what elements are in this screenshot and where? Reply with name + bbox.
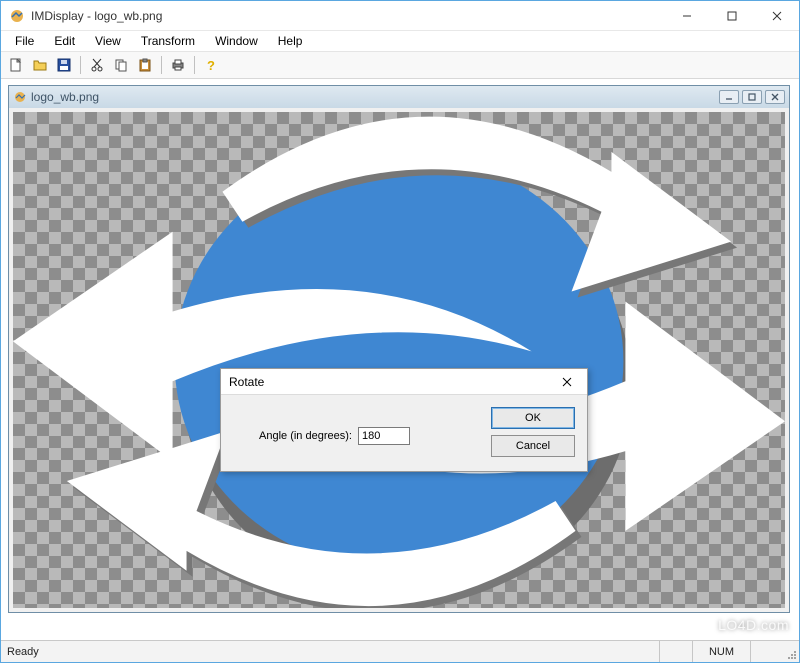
document-icon xyxy=(13,90,27,104)
print-icon[interactable] xyxy=(167,54,189,76)
maximize-button[interactable] xyxy=(709,1,754,30)
angle-input[interactable] xyxy=(358,427,410,445)
toolbar: ? xyxy=(1,51,799,79)
toolbar-separator xyxy=(161,56,162,74)
image-canvas[interactable] xyxy=(13,112,785,608)
new-file-icon[interactable] xyxy=(5,54,27,76)
resize-grip[interactable] xyxy=(783,641,799,662)
menu-view[interactable]: View xyxy=(85,32,131,50)
menubar: File Edit View Transform Window Help xyxy=(1,31,799,51)
displayed-image xyxy=(13,112,785,608)
menu-file[interactable]: File xyxy=(5,32,44,50)
dialog-body: Angle (in degrees): OK Cancel xyxy=(221,395,587,471)
status-pane-empty2 xyxy=(750,641,783,662)
paste-icon[interactable] xyxy=(134,54,156,76)
child-window-title: logo_wb.png xyxy=(31,90,716,104)
status-pane-empty1 xyxy=(659,641,692,662)
save-file-icon[interactable] xyxy=(53,54,75,76)
rotate-dialog: Rotate Angle (in degrees): OK Cancel xyxy=(220,368,588,472)
dialog-titlebar[interactable]: Rotate xyxy=(221,369,587,395)
menu-edit[interactable]: Edit xyxy=(44,32,85,50)
minimize-button[interactable] xyxy=(664,1,709,30)
toolbar-separator xyxy=(80,56,81,74)
dialog-title: Rotate xyxy=(229,375,553,389)
help-icon[interactable]: ? xyxy=(200,54,222,76)
mdi-client-area: logo_wb.png xyxy=(2,79,798,632)
cancel-button[interactable]: Cancel xyxy=(491,435,575,457)
menu-help[interactable]: Help xyxy=(268,32,313,50)
window-controls xyxy=(664,1,799,30)
angle-label: Angle (in degrees): xyxy=(259,430,352,442)
toolbar-separator xyxy=(194,56,195,74)
image-document-window: logo_wb.png xyxy=(8,85,790,613)
open-file-icon[interactable] xyxy=(29,54,51,76)
child-minimize-button[interactable] xyxy=(719,90,739,104)
dialog-close-button[interactable] xyxy=(553,372,581,392)
status-ready: Ready xyxy=(1,646,659,658)
ok-button[interactable]: OK xyxy=(491,407,575,429)
window-titlebar: IMDisplay - logo_wb.png xyxy=(1,1,799,31)
svg-text:?: ? xyxy=(207,58,215,73)
child-titlebar: logo_wb.png xyxy=(9,86,789,108)
status-numlock: NUM xyxy=(692,641,750,662)
window-title: IMDisplay - logo_wb.png xyxy=(31,9,664,23)
copy-icon[interactable] xyxy=(110,54,132,76)
child-close-button[interactable] xyxy=(765,90,785,104)
close-button[interactable] xyxy=(754,1,799,30)
menu-transform[interactable]: Transform xyxy=(131,32,205,50)
statusbar: Ready NUM xyxy=(1,640,799,662)
cut-icon[interactable] xyxy=(86,54,108,76)
menu-window[interactable]: Window xyxy=(205,32,268,50)
app-icon xyxy=(9,8,25,24)
child-maximize-button[interactable] xyxy=(742,90,762,104)
